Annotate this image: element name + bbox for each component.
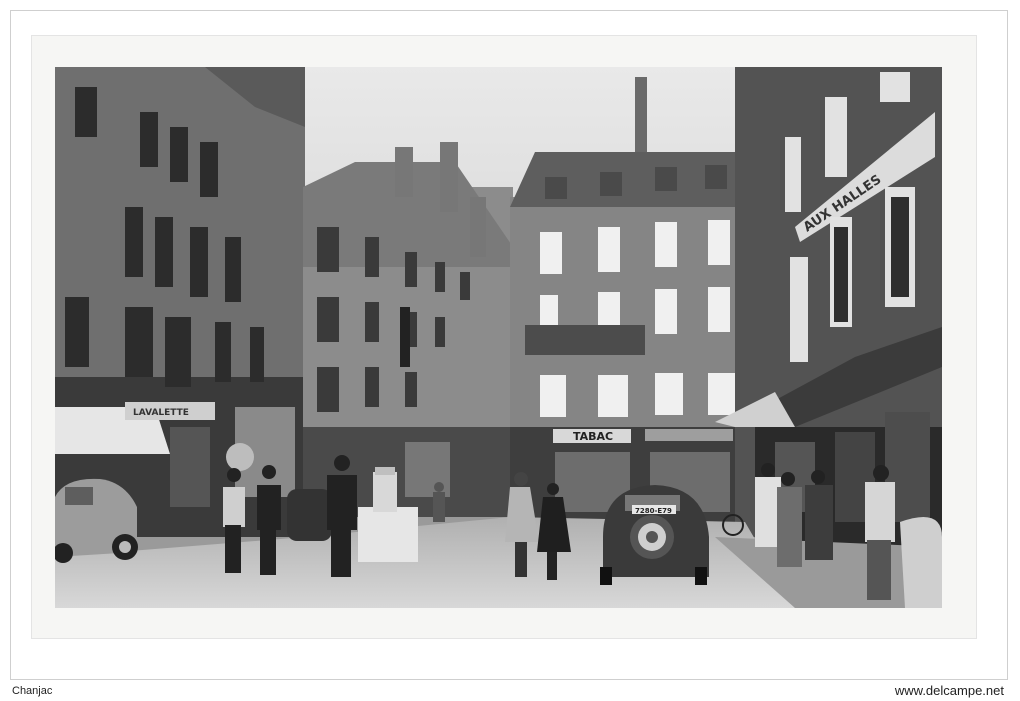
footer-watermark-url: www.delcampe.net bbox=[894, 683, 1004, 698]
license-plate: 7280-E79 bbox=[635, 507, 672, 515]
footer-seller-name: Chanjac bbox=[12, 685, 53, 697]
right-building: AUX HALLES bbox=[715, 67, 942, 557]
sign-left-shop: LAVALETTE bbox=[133, 408, 189, 418]
car-center: 7280-E79 bbox=[600, 485, 709, 585]
street-photo: LAVALETTE TABAC AUX HALLES 7280-E79 bbox=[55, 67, 942, 608]
car-left bbox=[55, 478, 138, 563]
sign-tabac: TABAC bbox=[573, 430, 613, 443]
car-parked bbox=[287, 489, 332, 541]
